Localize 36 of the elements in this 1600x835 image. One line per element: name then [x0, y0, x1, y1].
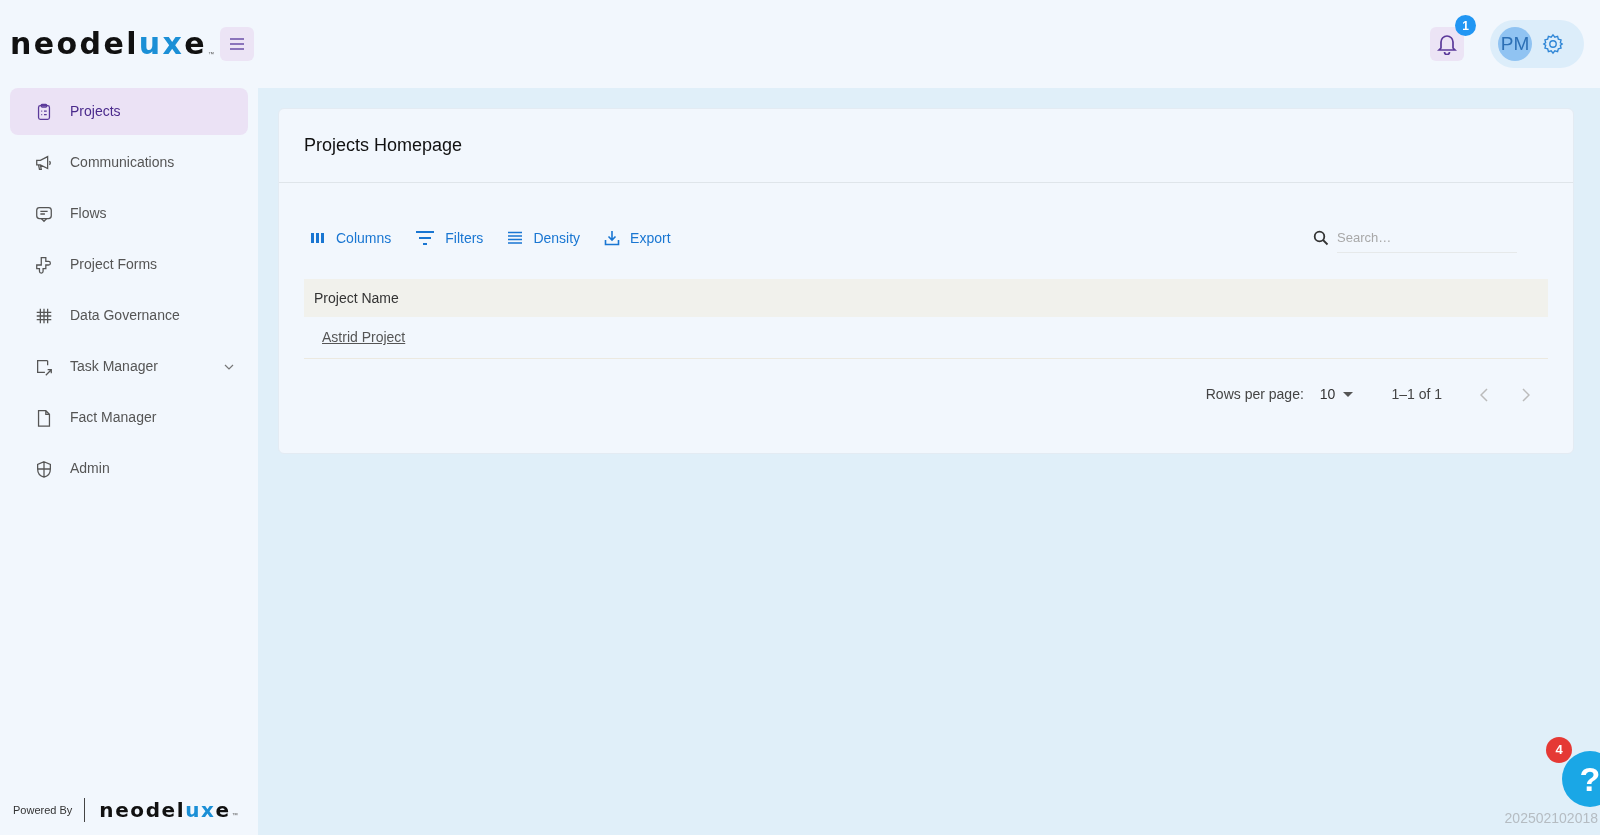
notification-badge: 1 — [1455, 15, 1476, 36]
logo-text: neodel uxe — [10, 29, 208, 59]
sidebar-item[interactable]: Projects — [10, 88, 248, 135]
settings-icon[interactable] — [1542, 33, 1564, 55]
sidebar-item[interactable]: Communications — [10, 139, 248, 186]
filter-icon — [415, 231, 436, 245]
toolbar-button[interactable]: Export — [598, 223, 677, 253]
sidebar-item[interactable]: Fact Manager — [10, 394, 248, 441]
bell-icon — [1437, 33, 1457, 55]
search-icon — [1313, 230, 1329, 246]
powered-by-text: Powered By — [13, 802, 73, 818]
toolbar-button[interactable]: Density — [501, 223, 587, 253]
toolbar-button[interactable]: Filters — [409, 223, 490, 253]
rows-per-page-select[interactable]: 10 — [1319, 384, 1354, 405]
sidebar-item[interactable]: Flows — [10, 190, 248, 237]
columns-icon — [310, 232, 326, 244]
help-badge: 4 — [1546, 737, 1572, 763]
sidebar-item[interactable]: Admin — [10, 445, 248, 492]
search-field[interactable]: Search… — [1337, 223, 1517, 253]
project-link[interactable]: Astrid Project — [322, 329, 406, 346]
previous-page-icon[interactable] — [1480, 387, 1488, 402]
next-page-icon[interactable] — [1522, 387, 1530, 402]
dropdown-icon — [1343, 392, 1354, 397]
logo-text: neodeluxe — [99, 800, 231, 820]
sidebar-item[interactable]: Project Forms — [10, 241, 248, 288]
sidebar-item[interactable]: Data Governance — [10, 292, 248, 339]
menu-icon — [229, 38, 246, 50]
notifications-button[interactable] — [1430, 27, 1464, 61]
toolbar-button[interactable]: Columns — [304, 223, 398, 253]
page-range: 1–1 of 1 — [1391, 385, 1442, 404]
card-title: Projects Homepage — [304, 134, 463, 157]
rows-per-page-label: Rows per page: — [1205, 385, 1304, 404]
menu-button[interactable] — [220, 27, 255, 61]
sidebar-item[interactable]: Task Manager — [10, 343, 248, 390]
download-icon — [604, 230, 621, 246]
density-icon — [507, 231, 524, 245]
